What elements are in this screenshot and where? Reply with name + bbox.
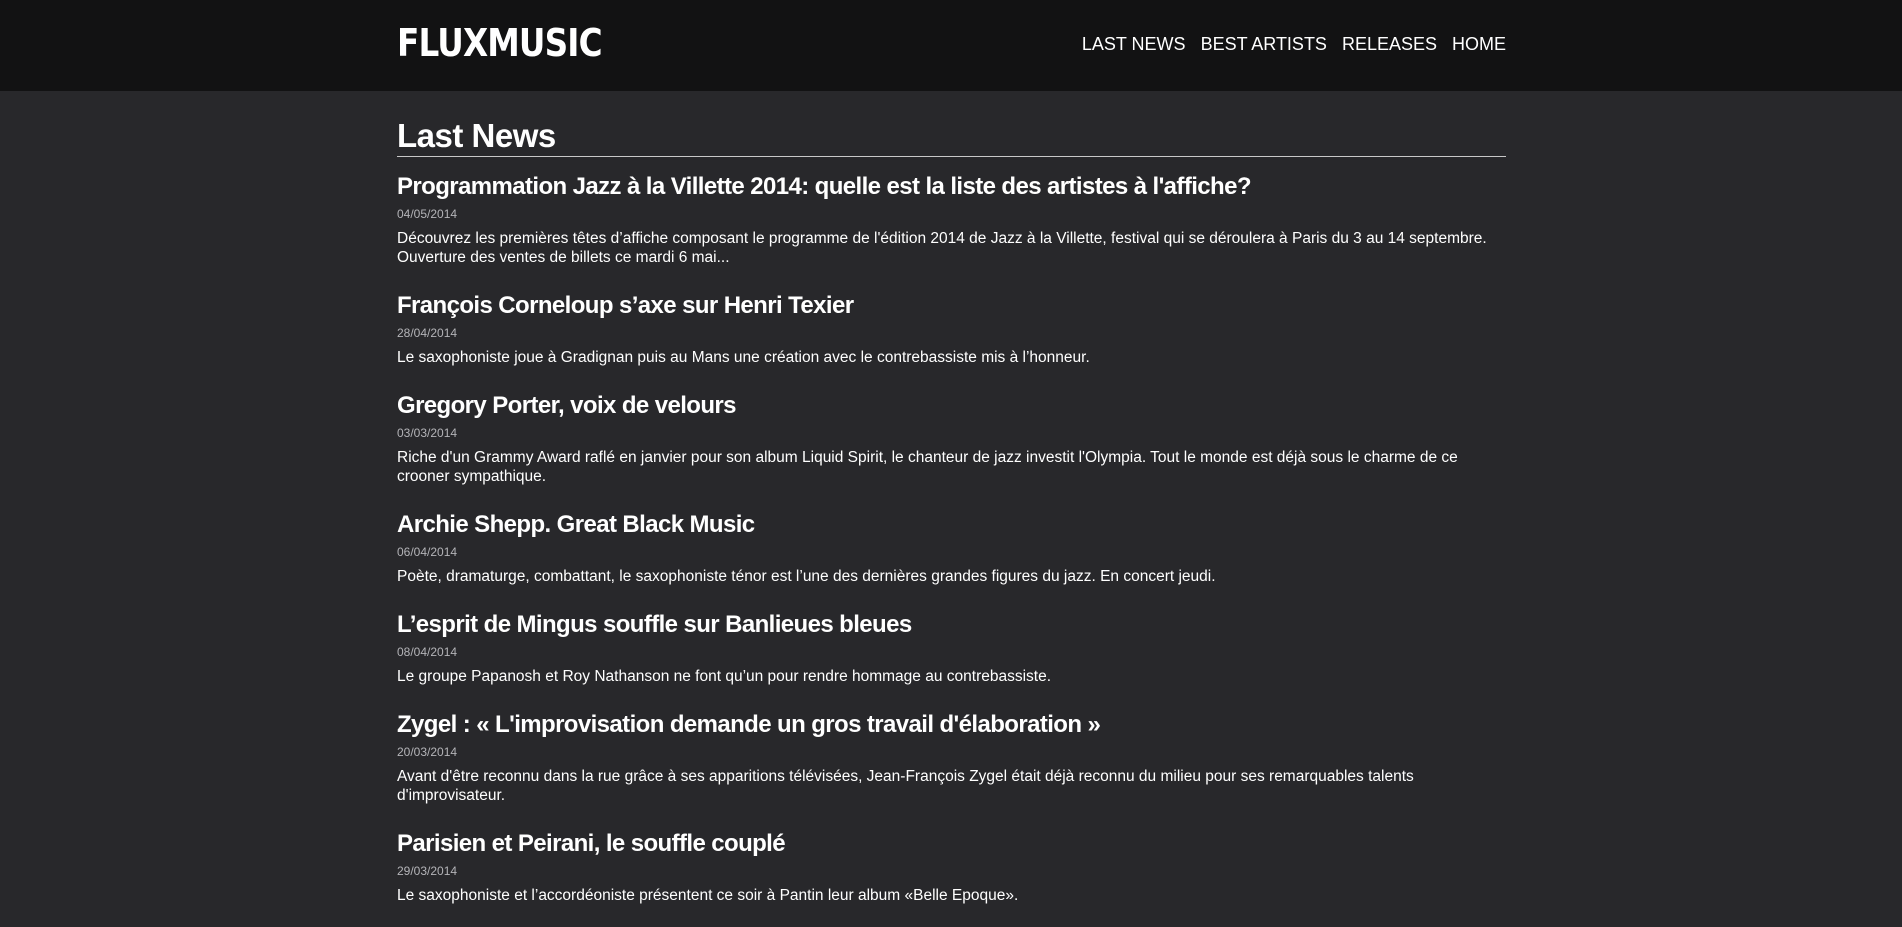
main-content: Last News Programmation Jazz à la Villet… xyxy=(397,116,1506,910)
top-navbar: FLUXMUSIC LAST NEWS BEST ARTISTS RELEASE… xyxy=(0,0,1902,91)
news-title[interactable]: L’esprit de Mingus souffle sur Banlieues… xyxy=(397,611,1506,639)
news-date: 03/03/2014 xyxy=(397,426,458,440)
news-excerpt: Le saxophoniste joue à Gradignan puis au… xyxy=(397,349,1090,366)
main-nav: LAST NEWS BEST ARTISTS RELEASES HOME xyxy=(1082,33,1506,55)
news-excerpt: Découvrez les premières têtes d’affiche … xyxy=(397,230,1487,266)
news-title[interactable]: Programmation Jazz à la Villette 2014: q… xyxy=(397,173,1506,201)
news-date: 06/04/2014 xyxy=(397,545,458,559)
news-item: François Corneloup s’axe sur Henri Texie… xyxy=(397,292,1506,392)
news-excerpt: Le groupe Papanosh et Roy Nathanson ne f… xyxy=(397,668,1052,685)
news-item: Programmation Jazz à la Villette 2014: q… xyxy=(397,173,1506,292)
news-list: Programmation Jazz à la Villette 2014: q… xyxy=(397,173,1506,910)
news-excerpt: Poète, dramaturge, combattant, le saxoph… xyxy=(397,568,1216,585)
news-excerpt: Avant d'être reconnu dans la rue grâce à… xyxy=(397,768,1414,804)
news-excerpt: Riche d'un Grammy Award raflé en janvier… xyxy=(397,449,1458,485)
news-item: Gregory Porter, voix de velours 03/03/20… xyxy=(397,392,1506,511)
nav-last-news[interactable]: LAST NEWS xyxy=(1082,33,1186,55)
news-date: 29/03/2014 xyxy=(397,864,458,878)
news-title[interactable]: François Corneloup s’axe sur Henri Texie… xyxy=(397,292,1506,320)
nav-home[interactable]: HOME xyxy=(1452,33,1506,55)
news-date: 08/04/2014 xyxy=(397,645,458,659)
page-title: Last News xyxy=(397,116,1506,157)
nav-releases[interactable]: RELEASES xyxy=(1342,33,1437,55)
news-item: Archie Shepp. Great Black Music 06/04/20… xyxy=(397,511,1506,611)
news-excerpt: Le saxophoniste et l’accordéoniste prése… xyxy=(397,887,1019,904)
site-logo[interactable]: FLUXMUSIC xyxy=(397,20,603,66)
news-item: Zygel : « L'improvisation demande un gro… xyxy=(397,711,1506,830)
news-item: Parisien et Peirani, le souffle couplé 2… xyxy=(397,830,1506,910)
news-title[interactable]: Zygel : « L'improvisation demande un gro… xyxy=(397,711,1506,739)
news-title[interactable]: Parisien et Peirani, le souffle couplé xyxy=(397,830,1506,858)
nav-best-artists[interactable]: BEST ARTISTS xyxy=(1201,33,1327,55)
news-date: 04/05/2014 xyxy=(397,207,458,221)
news-title[interactable]: Gregory Porter, voix de velours xyxy=(397,392,1506,420)
news-item: L’esprit de Mingus souffle sur Banlieues… xyxy=(397,611,1506,711)
news-title[interactable]: Archie Shepp. Great Black Music xyxy=(397,511,1506,539)
news-date: 20/03/2014 xyxy=(397,745,458,759)
news-date: 28/04/2014 xyxy=(397,326,458,340)
